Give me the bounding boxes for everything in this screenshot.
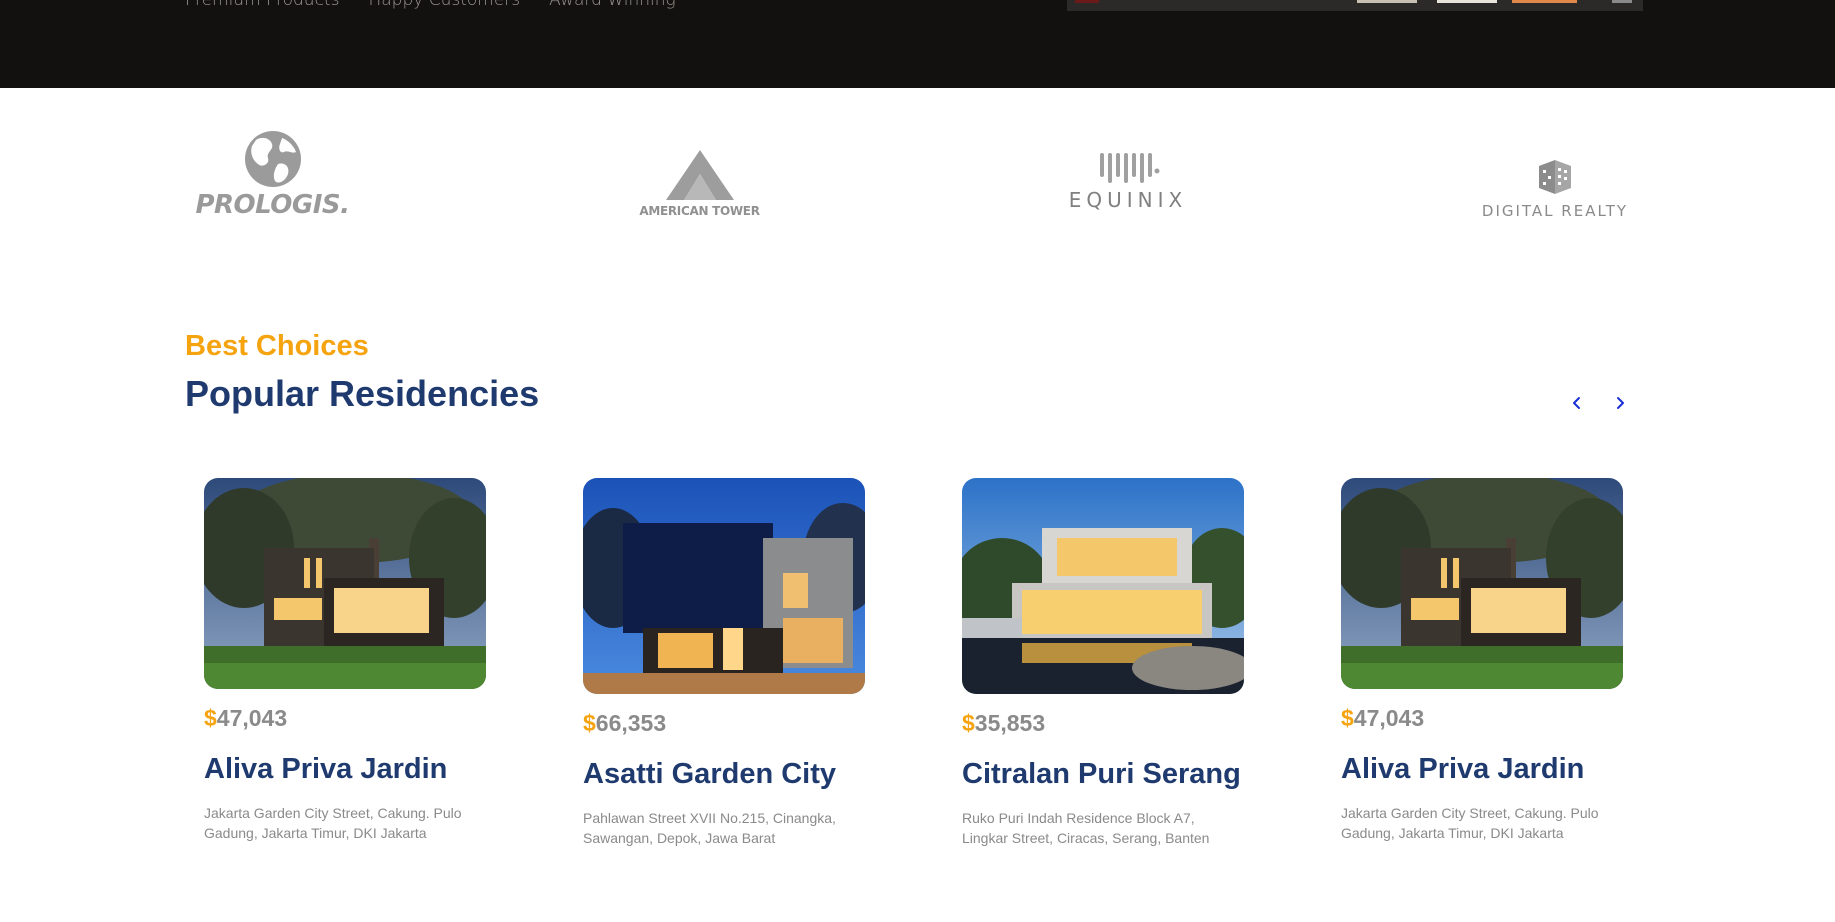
property-name[interactable]: Aliva Priva Jardin xyxy=(204,748,486,791)
stat-award-winning: Award Winning xyxy=(549,0,676,10)
property-address: Ruko Puri Indah Residence Block A7, Ling… xyxy=(962,810,1210,846)
property-card[interactable]: $47,043 Aliva Priva Jardin Jakarta Garde… xyxy=(204,478,486,843)
logo-digital-realty-label: DIGITAL REALTY xyxy=(1481,202,1629,220)
price-value: 47,043 xyxy=(216,705,288,731)
property-image[interactable] xyxy=(962,478,1244,694)
property-price: $35,853 xyxy=(962,710,1244,737)
currency-symbol: $ xyxy=(1341,705,1354,731)
property-image[interactable] xyxy=(204,478,486,689)
property-name[interactable]: Aliva Priva Jardin xyxy=(1341,748,1623,791)
logo-prologis-label: PROLOGIS. xyxy=(195,190,350,220)
cube-icon xyxy=(1539,160,1571,194)
property-image[interactable] xyxy=(583,478,865,694)
stat-happy-customers: Happy Customers xyxy=(368,0,521,10)
hero-stats: Premium Products Happy Customers Award W… xyxy=(185,0,676,10)
chevron-right-icon xyxy=(1617,397,1624,409)
partner-logos: PROLOGIS. AMERICAN TOWER EQUINIX DIGITAL… xyxy=(0,88,1835,258)
property-name[interactable]: Asatti Garden City xyxy=(583,753,865,796)
section-title: Popular Residencies xyxy=(185,373,540,414)
logo-prologis[interactable]: PROLOGIS. xyxy=(190,130,355,220)
section-eyebrow: Best Choices xyxy=(185,330,369,362)
price-value: 66,353 xyxy=(595,710,667,736)
carousel-prev-button[interactable] xyxy=(1564,390,1590,416)
equinix-bars-icon xyxy=(1100,153,1160,183)
currency-symbol: $ xyxy=(204,705,217,731)
price-value: 47,043 xyxy=(1353,705,1425,731)
property-price: $47,043 xyxy=(1341,705,1623,732)
currency-symbol: $ xyxy=(962,710,975,736)
property-price: $47,043 xyxy=(204,705,486,732)
property-card[interactable]: $35,853 Citralan Puri Serang Ruko Puri I… xyxy=(962,478,1244,848)
tower-triangle-icon xyxy=(665,150,734,200)
logo-digital-realty[interactable]: DIGITAL REALTY xyxy=(1470,158,1640,220)
property-address: Jakarta Garden City Street, Cakung. Pulo… xyxy=(1341,805,1599,841)
property-card[interactable]: $47,043 Aliva Priva Jardin Jakarta Garde… xyxy=(1341,478,1623,843)
property-name[interactable]: Citralan Puri Serang xyxy=(962,753,1244,796)
property-address: Jakarta Garden City Street, Cakung. Pulo… xyxy=(204,805,462,841)
property-image[interactable] xyxy=(1341,478,1623,689)
currency-symbol: $ xyxy=(583,710,596,736)
logo-american-tower-label: AMERICAN TOWER xyxy=(639,204,760,218)
hero-section: Premium Products Happy Customers Award W… xyxy=(0,0,1835,88)
globe-icon xyxy=(244,131,301,187)
hero-image xyxy=(1067,0,1643,11)
property-address: Pahlawan Street XVII No.215, Cinangka, S… xyxy=(583,810,836,846)
logo-american-tower[interactable]: AMERICAN TOWER xyxy=(612,150,787,218)
stat-premium-products: Premium Products xyxy=(185,0,340,10)
logo-equinix-label: EQUINIX xyxy=(1068,188,1188,212)
price-value: 35,853 xyxy=(974,710,1046,736)
carousel-next-button[interactable] xyxy=(1607,390,1633,416)
property-card[interactable]: $66,353 Asatti Garden City Pahlawan Stre… xyxy=(583,478,865,848)
logo-equinix[interactable]: EQUINIX xyxy=(1060,151,1196,212)
chevron-left-icon xyxy=(1573,397,1580,409)
property-price: $66,353 xyxy=(583,710,865,737)
